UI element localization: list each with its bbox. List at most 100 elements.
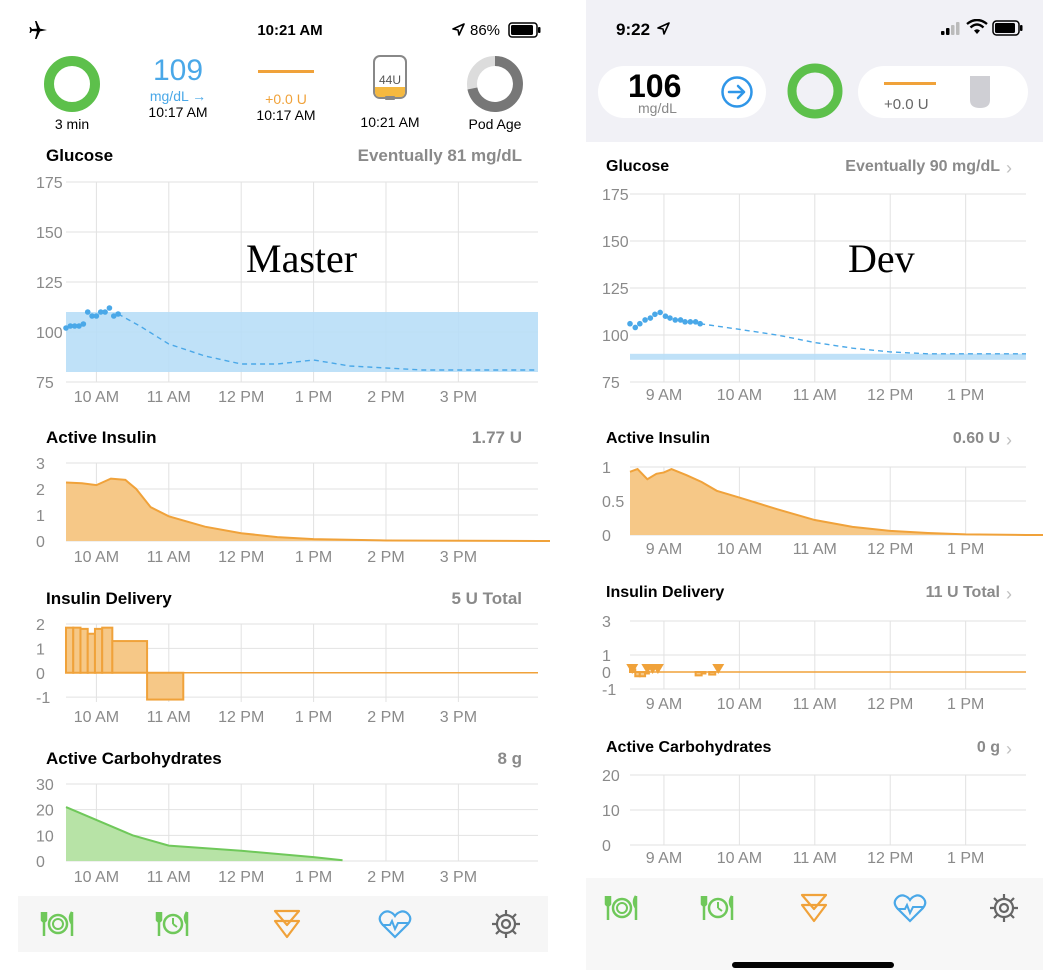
settings-icon[interactable] [982, 888, 1026, 928]
glucose-point [652, 311, 658, 318]
x-tick-label: 1 PM [295, 709, 332, 726]
master-label: Master [246, 236, 358, 281]
x-tick-label: 11 AM [147, 549, 191, 566]
pre-meal-icon[interactable] [151, 904, 195, 944]
delivery-bar [111, 640, 149, 674]
y-tick-label: 10 [602, 803, 620, 820]
y-tick-label: 75 [36, 375, 54, 392]
x-tick-label: 10 AM [717, 541, 762, 558]
x-tick-label: 9 AM [646, 387, 682, 404]
y-tick-label: 3 [36, 456, 45, 473]
x-tick-label: 11 AM [793, 541, 837, 558]
insulin-area [630, 469, 1026, 535]
x-tick-label: 11 AM [147, 709, 191, 726]
workout-icon[interactable] [888, 888, 932, 928]
y-tick-label: 2 [36, 617, 45, 634]
y-tick-label: 125 [36, 275, 63, 292]
glucose-point [682, 319, 688, 325]
bolus-icon[interactable] [265, 904, 309, 944]
x-tick-label: 12 PM [218, 549, 264, 566]
bolus-icon[interactable] [792, 888, 836, 928]
x-tick-label: 1 PM [947, 850, 984, 867]
y-tick-label: 175 [36, 175, 63, 192]
x-tick-label: 1 PM [295, 869, 332, 886]
x-tick-label: 10 AM [717, 696, 762, 713]
y-tick-label: 30 [36, 777, 54, 794]
y-tick-label: 150 [602, 234, 629, 251]
y-tick-label: 1 [36, 641, 45, 658]
x-tick-label: 11 AM [793, 696, 837, 713]
y-tick-label: 20 [36, 803, 54, 820]
y-tick-label: 2 [36, 482, 45, 499]
delivery-bar [146, 671, 185, 701]
x-tick-label: 2 PM [367, 389, 404, 406]
y-tick-label: -1 [36, 690, 50, 707]
delivery-bar [708, 671, 717, 676]
delivery-bar [72, 626, 82, 674]
x-tick-label: 9 AM [646, 541, 682, 558]
glucose-point [93, 313, 100, 319]
x-tick-label: 10 AM [74, 549, 119, 566]
glucose-point [637, 320, 643, 327]
x-tick-label: 12 PM [867, 696, 913, 713]
delivery-bar [93, 627, 104, 674]
dev-charts: 175150125100759 AM 10 AM 11 AM 12 PM 1 PM10.… [602, 187, 1043, 867]
x-tick-label: 10 AM [717, 850, 762, 867]
master-tab-bar [18, 896, 548, 952]
x-tick-label: 2 PM [367, 549, 404, 566]
delivery-bar [101, 626, 114, 674]
dev-label: Dev [848, 236, 915, 281]
x-tick-label: 10 AM [717, 387, 762, 404]
x-tick-label: 9 AM [646, 696, 682, 713]
x-tick-label: 1 PM [295, 549, 332, 566]
glucose-point [627, 320, 633, 327]
x-tick-label: 9 AM [646, 850, 682, 867]
carb-entry-icon[interactable] [600, 888, 644, 928]
y-tick-label: 175 [602, 187, 629, 204]
y-tick-label: 100 [602, 328, 629, 345]
x-tick-label: 1 PM [295, 389, 332, 406]
target-range-band [66, 312, 538, 372]
y-tick-label: 0 [602, 838, 611, 855]
y-tick-label: 150 [36, 225, 63, 242]
x-tick-label: 1 PM [947, 541, 984, 558]
x-tick-label: 11 AM [793, 387, 837, 404]
x-tick-label: 12 PM [218, 869, 264, 886]
y-tick-label: 100 [36, 325, 63, 342]
y-tick-label: 0 [602, 528, 611, 545]
glucose-point [632, 324, 639, 331]
delivery-bar [700, 671, 707, 675]
carb-entry-icon[interactable] [36, 904, 80, 944]
y-tick-label: 1 [602, 648, 611, 665]
y-tick-label: 20 [602, 768, 620, 785]
target-range-band [630, 353, 1026, 360]
y-tick-label: 0 [602, 665, 611, 682]
glucose-point [667, 315, 673, 321]
glucose-point [80, 321, 87, 327]
glucose-point [106, 305, 113, 311]
workout-icon[interactable] [373, 904, 417, 944]
x-tick-label: 11 AM [147, 869, 191, 886]
x-tick-label: 10 AM [74, 389, 119, 406]
y-tick-label: 75 [602, 375, 620, 392]
y-tick-label: 0 [36, 666, 45, 683]
carbs-area [66, 807, 343, 861]
x-tick-label: 3 PM [440, 869, 477, 886]
master-screenshot: 10:21 AM 86% 3 min 109 mg/dL → 10:17 AM … [0, 0, 550, 970]
x-tick-label: 3 PM [440, 549, 477, 566]
x-tick-label: 3 PM [440, 389, 477, 406]
pre-meal-icon[interactable] [696, 888, 740, 928]
insulin-area [66, 478, 538, 541]
y-tick-label: 1 [36, 508, 45, 525]
x-tick-label: 1 PM [947, 696, 984, 713]
x-tick-label: 10 AM [74, 869, 119, 886]
glucose-point [687, 319, 694, 325]
delivery-bar [86, 632, 96, 674]
y-tick-label: 0.5 [602, 494, 624, 511]
x-tick-label: 11 AM [793, 850, 837, 867]
x-tick-label: 12 PM [218, 709, 264, 726]
glucose-point [102, 309, 108, 315]
settings-icon[interactable] [484, 904, 528, 944]
x-tick-label: 12 PM [867, 387, 913, 404]
x-tick-label: 10 AM [74, 709, 119, 726]
